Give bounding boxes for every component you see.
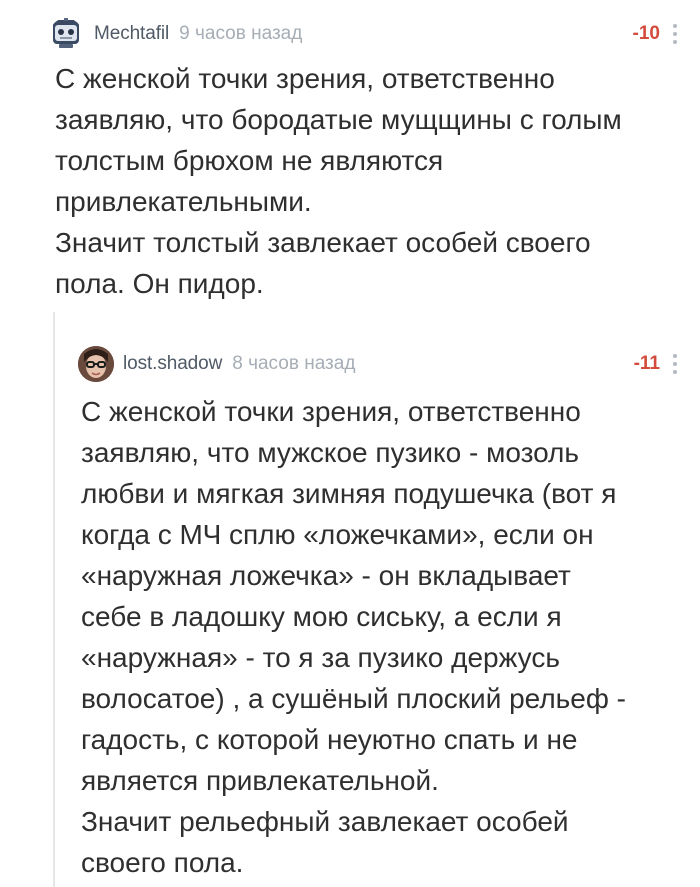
user-photo-avatar[interactable] bbox=[78, 346, 114, 382]
comment-rating: -11 bbox=[633, 353, 660, 374]
comment-time[interactable]: 8 часов назад bbox=[232, 353, 355, 375]
kebab-dot bbox=[673, 370, 677, 374]
comment-rating: -10 bbox=[632, 23, 660, 44]
more-options-icon[interactable] bbox=[670, 352, 680, 376]
comment-author[interactable]: lost.shadow bbox=[123, 353, 222, 375]
comment-time[interactable]: 9 часов назад bbox=[179, 23, 302, 45]
kebab-dot bbox=[673, 354, 677, 358]
more-options-icon[interactable] bbox=[670, 22, 680, 46]
robot-avatar-icon[interactable] bbox=[50, 18, 82, 50]
comment-body: С женской точки зрения, ответственно зая… bbox=[55, 63, 622, 299]
kebab-dot bbox=[673, 362, 677, 366]
comment-header: Mechtafil 9 часов назад -10 bbox=[50, 14, 680, 54]
kebab-dot bbox=[673, 40, 677, 44]
comment-header: lost.shadow 8 часов назад -11 bbox=[78, 344, 680, 384]
kebab-dot bbox=[673, 32, 677, 36]
comment-author[interactable]: Mechtafil bbox=[94, 23, 169, 45]
reply-thread-line[interactable] bbox=[53, 312, 55, 887]
kebab-dot bbox=[673, 24, 677, 28]
comment-body: С женской точки зрения, ответственно зая… bbox=[81, 396, 626, 878]
